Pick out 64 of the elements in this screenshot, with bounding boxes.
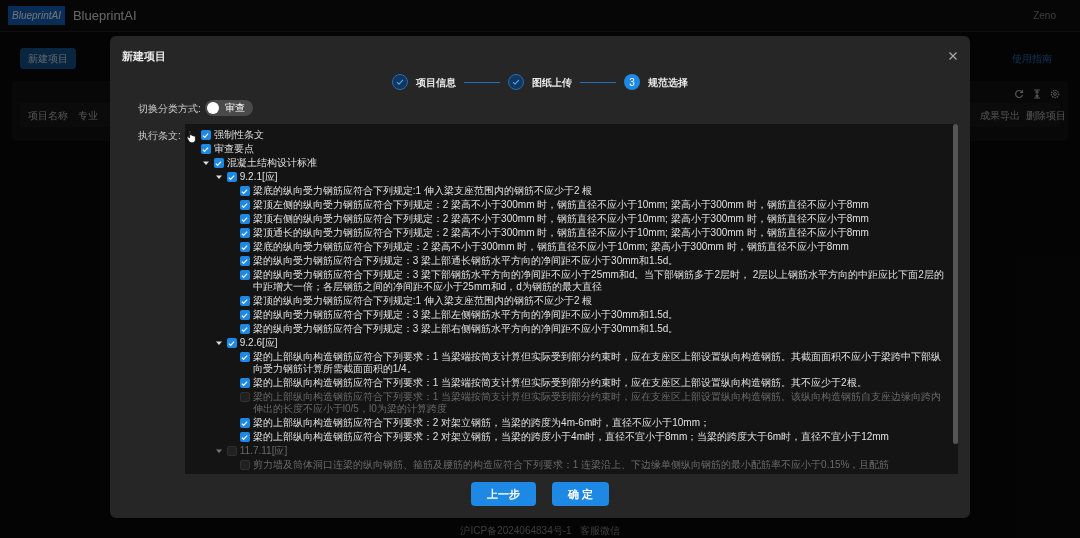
tree-item-label: 梁顶右侧的纵向受力钢筋应符合下列规定：2 梁高不小于300mm 时，钢筋直径不应小于10mm; 梁高小于300mm 时，钢筋直径不应小于8mm [252,213,869,225]
checkbox[interactable] [239,270,250,280]
checkbox[interactable] [226,172,237,182]
tree-item-label: 梁的上部纵向构造钢筋应符合下列要求：1 当梁端按简支计算但实际受到部分约束时，应在支座区上部设置纵向构造钢筋。其截面面积不应小于梁跨中下部纵向受力钢筋计算所需截面面积的1/4。 [252,351,943,375]
step-label: 项目信息 [416,75,456,90]
tree-item-label: 梁的上部纵向构造钢筋应符合下列要求：1 当梁端按简支计算但实际受到部分约束时，应在支座区上部设置纵向构造钢筋。其不应少于2根。 [252,377,867,389]
checkbox[interactable] [239,418,250,428]
checkbox[interactable] [239,200,250,210]
step-number: 3 [624,74,640,90]
checkbox[interactable] [239,256,250,266]
checkbox[interactable] [239,378,250,388]
step-label: 规范选择 [648,75,688,90]
checkbox[interactable] [200,130,211,140]
column-header: 删除项目 [1026,108,1066,123]
hand-cursor-icon [185,129,197,143]
logo: BlueprintAI [8,6,65,25]
field-label: 执行条文: [138,129,181,143]
tree-item-label: 梁底的纵向受力钢筋应符合下列规定：2 梁高不小于300mm 时，钢筋直径不应小于10mm; 梁高小于300mm 时，钢筋直径不应小于8mm [252,241,849,253]
tree-item-label: 梁的纵向受力钢筋应符合下列规定：3 梁上部通长钢筋水平方向的净间距不应小于30mm和1.5d。 [252,255,679,267]
tree-item-label: 混凝土结构设计标准 [226,157,317,169]
step-label: 图纸上传 [532,75,572,90]
checkbox[interactable] [239,228,250,238]
settings-icon[interactable] [1050,89,1060,99]
checkbox[interactable] [239,324,250,334]
new-project-button[interactable]: 新建项目 [20,48,76,69]
checkbox[interactable] [239,242,250,252]
tree-item-label: 梁顶的纵向受力钢筋应符合下列规定:1 伸入梁支座范围内的钢筋不应少于2 根 [252,295,593,307]
tree-item-label: 梁的上部纵向构造钢筋应符合下列要求：2 对架立钢筋，当梁的跨度小于4m时，直径不宜小于8mm；当梁的跨度大于6m时，直径不宜小于12mm [252,431,889,443]
confirm-button[interactable]: 确 定 [551,481,610,507]
tree-item-label: 强制性条文 [213,129,264,141]
column-header: 专业 [78,108,98,123]
checkbox[interactable] [226,338,237,348]
step-connector [580,81,616,83]
close-icon[interactable] [948,51,958,61]
tree-item-label: 9.2.6[应] [239,337,278,349]
guide-link[interactable]: 使用指南 [1012,51,1060,66]
checkbox[interactable] [239,352,250,362]
toggle-switch[interactable]: 审查 [204,100,253,116]
checkbox[interactable] [239,296,250,306]
checkbox[interactable] [239,310,250,320]
tree-item-label: 梁的纵向受力钢筋应符合下列规定：3 梁上部左侧钢筋水平方向的净间距不应小于30mm和1.5d。 [252,309,679,321]
column-header: 项目名称 [28,108,68,123]
toggle-label: 切换分类方式: [138,101,201,116]
refresh-icon[interactable] [1014,89,1024,99]
column-height-icon[interactable] [1032,89,1042,99]
checkbox[interactable] [239,214,250,224]
tree-item-label: 11.7.11[应] [239,445,288,457]
app-name: BlueprintAI [72,6,137,25]
checkbox[interactable] [213,158,224,168]
tree-item-label: 审查要点 [213,143,254,155]
tree-item-label: 9.2.1[应] [239,171,278,183]
scrollbar[interactable] [953,124,958,444]
back-button[interactable]: 上一步 [470,481,536,507]
tree-item-label: 梁的上部纵向构造钢筋应符合下列要求：2 对架立钢筋，当梁的跨度为4m-6m时，直径不应小于10mm； [252,417,711,429]
checkbox[interactable] [239,432,250,442]
checkbox[interactable] [200,144,211,154]
tree-item-label: 梁顶左侧的纵向受力钢筋应符合下列规定：2 梁高不小于300mm 时，钢筋直径不应小于10mm; 梁高小于300mm 时，钢筋直径不应小于8mm [252,199,869,211]
dialog-title: 新建项目 [122,48,166,64]
tree-item-label: 梁的纵向受力钢筋应符合下列规定：3 梁下部钢筋水平方向的净间距不应小于25mm和d。当下部钢筋多于2层时， 2层以上钢筋水平方向的中距应比下面2层的中距增大一倍；各层钢筋之间的净间距不应小于25mm和d，d为钢筋的最大直径 [252,269,945,293]
tree-item-label: 梁顶通长的纵向受力钢筋应符合下列规定：2 梁高不小于300mm 时，钢筋直径不应小于10mm; 梁高小于300mm 时，钢筋直径不应小于8mm [252,227,869,239]
tree-item-label: 梁底的纵向受力钢筋应符合下列规定:1 伸入梁支座范围内的钢筋不应少于2 根 [252,185,593,197]
tree-item-label: 梁的纵向受力钢筋应符合下列规定：3 梁上部右侧钢筋水平方向的净间距不应小于30mm和1.5d。 [252,323,679,335]
step-connector [464,81,500,83]
checkbox[interactable] [239,186,250,196]
